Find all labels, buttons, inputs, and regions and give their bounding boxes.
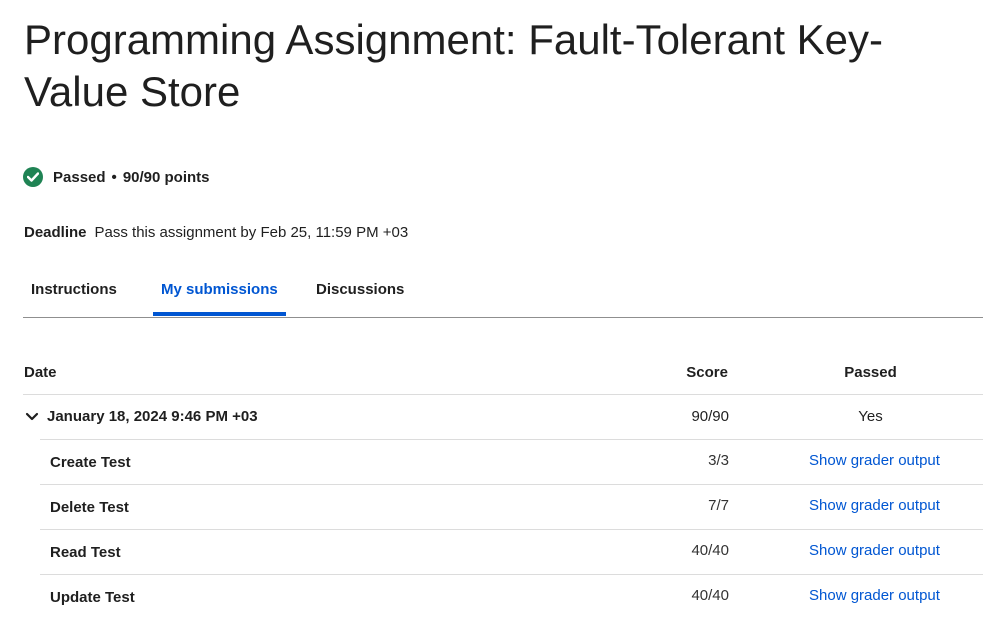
assignment-page: Programming Assignment: Fault-Tolerant K… [0,0,1007,619]
header-score: Score [686,364,728,381]
table-header: Date Score Passed [23,352,983,395]
status-line: Passed • 90/90 points [23,166,210,188]
status-points: 90/90 points [122,168,210,186]
check-circle-icon [23,167,43,187]
show-grader-output-link[interactable]: Show grader output [809,529,940,573]
submission-score: 90/90 [691,408,729,425]
test-name: Update Test [50,589,135,606]
show-grader-output-link[interactable]: Show grader output [809,439,940,483]
chevron-down-icon[interactable] [23,408,41,426]
test-name: Read Test [50,544,121,561]
submission-passed: Yes [858,408,883,425]
tab-bar: Instructions My submissions Discussions [23,270,983,318]
test-name: Delete Test [50,499,129,516]
submission-date-cell: January 18, 2024 9:46 PM +03 [23,395,258,439]
tab-discussions[interactable]: Discussions [308,270,412,316]
test-name: Create Test [50,454,131,471]
header-passed: Passed [844,364,897,381]
table-row: Update Test 40/40 Show grader output [40,574,983,619]
status-separator: • [111,168,117,186]
test-score: 40/40 [691,587,729,604]
status-label: Passed [53,168,106,186]
show-grader-output-link[interactable]: Show grader output [809,484,940,528]
deadline-label: Deadline [24,224,87,241]
submission-date: January 18, 2024 9:46 PM +03 [47,408,258,425]
table-row: Read Test 40/40 Show grader output [40,529,983,574]
table-row: Delete Test 7/7 Show grader output [40,484,983,529]
test-score: 7/7 [708,497,729,514]
header-date: Date [24,364,57,381]
tab-my-submissions[interactable]: My submissions [153,270,286,316]
deadline-text: Pass this assignment by Feb 25, 11:59 PM… [94,224,409,241]
show-grader-output-link[interactable]: Show grader output [809,574,940,618]
deadline: Deadline Pass this assignment by Feb 25,… [24,224,408,241]
page-title: Programming Assignment: Fault-Tolerant K… [24,16,884,115]
test-score: 40/40 [691,542,729,559]
test-score: 3/3 [708,452,729,469]
submission-row[interactable]: January 18, 2024 9:46 PM +03 90/90 Yes [23,395,983,439]
tab-instructions[interactable]: Instructions [23,270,125,316]
table-row: Create Test 3/3 Show grader output [40,439,983,484]
